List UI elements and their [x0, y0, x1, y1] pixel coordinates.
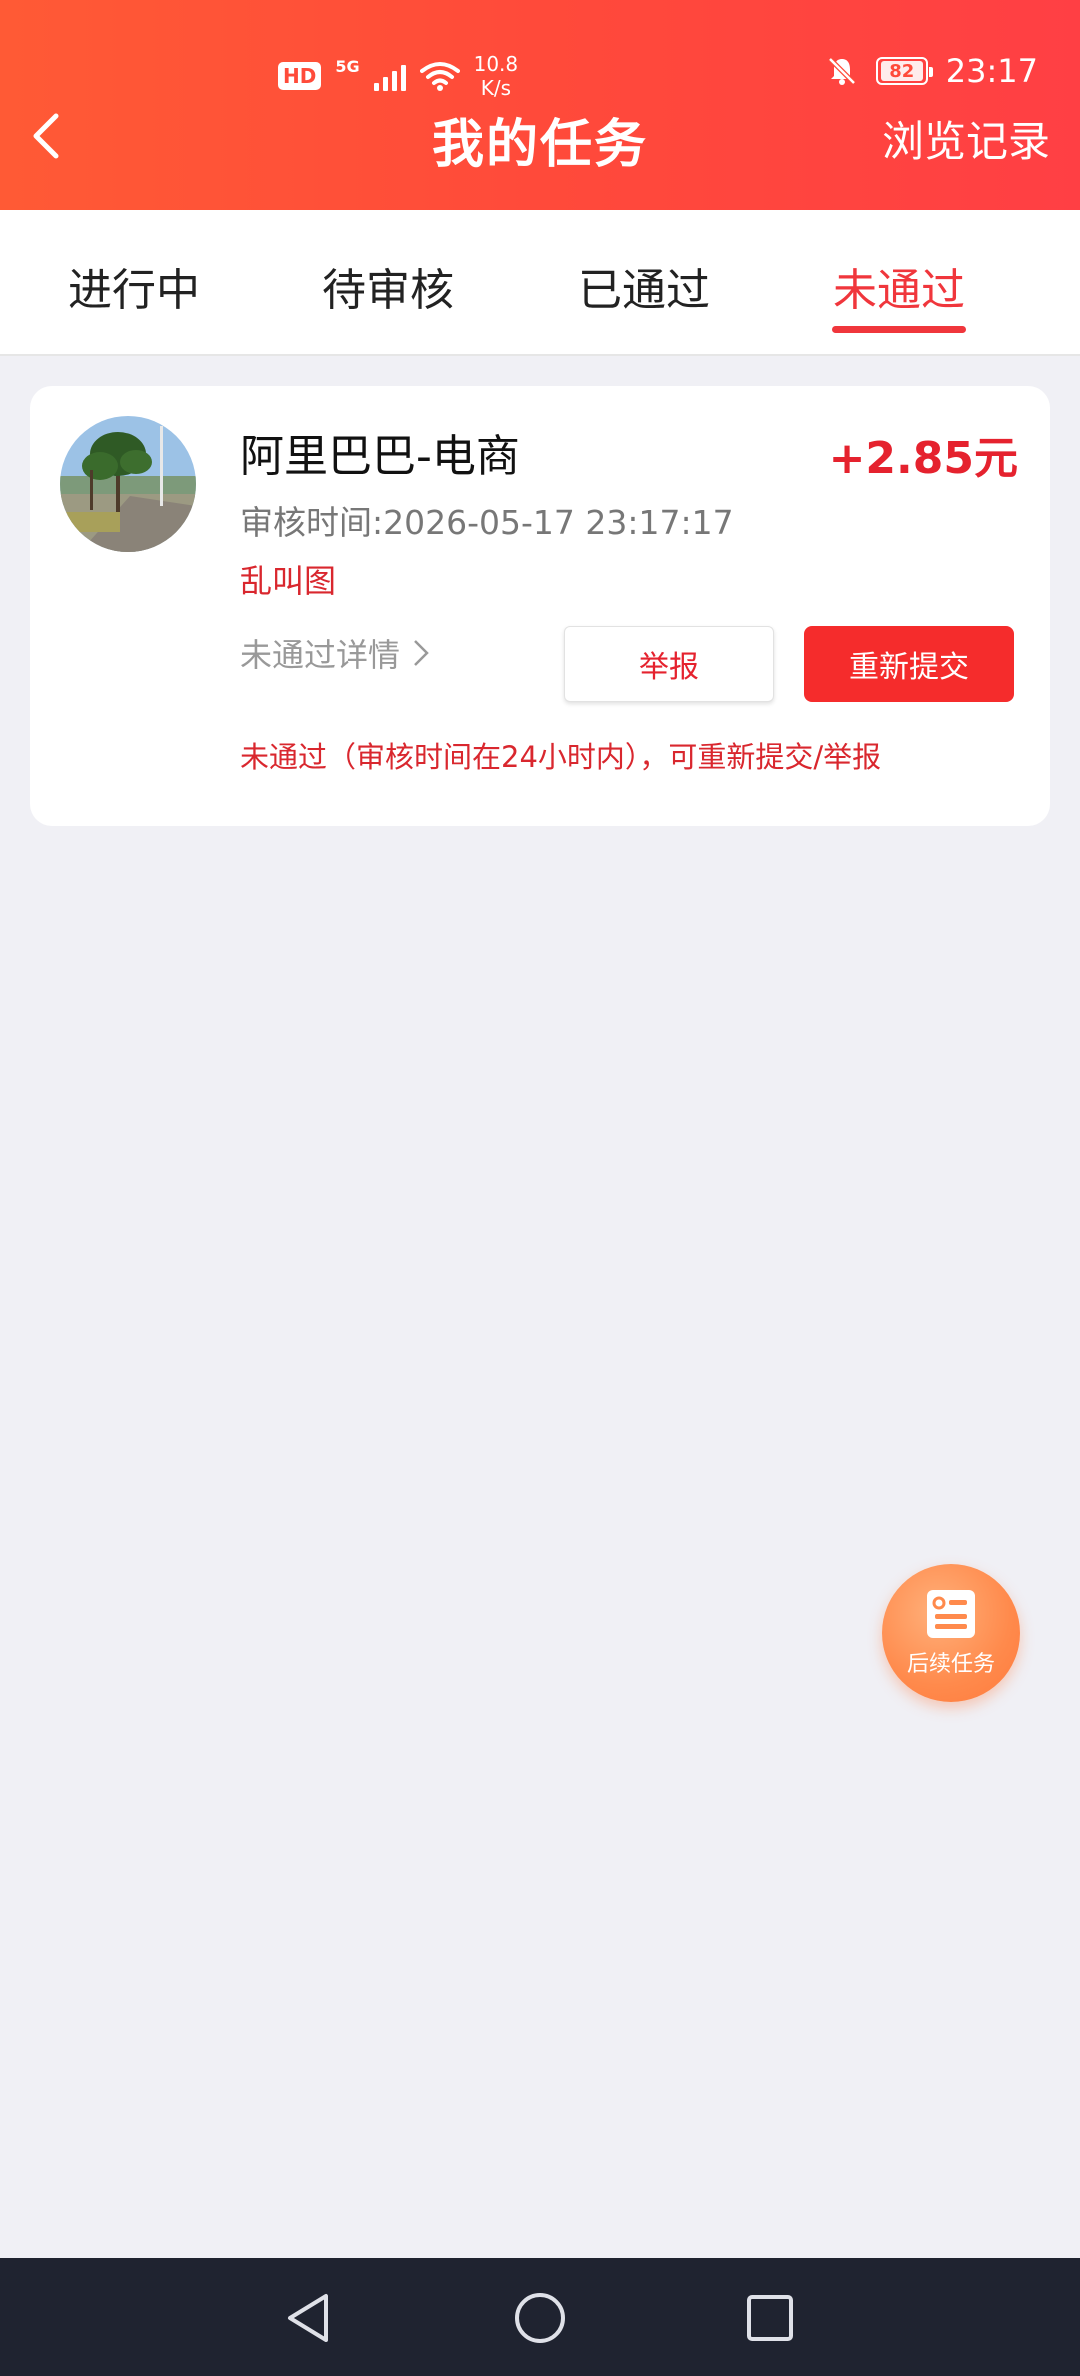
bell-muted-icon — [828, 57, 856, 85]
tab-pending-review[interactable]: 待审核 — [288, 254, 488, 318]
rejection-detail-label: 未通过详情 — [240, 636, 401, 674]
next-task-fab[interactable]: 后续任务 — [882, 1564, 1020, 1702]
task-reward: +2.85元 — [828, 433, 1018, 484]
nav-recents-icon[interactable] — [740, 2288, 800, 2348]
rejection-detail-link[interactable]: 未通过详情 — [240, 630, 430, 676]
tab-rejected[interactable]: 未通过 — [799, 254, 999, 318]
signal-icon — [373, 61, 406, 91]
hd-badge: HD — [278, 62, 322, 90]
review-time: 审核时间:2026-05-17 23:17:17 — [240, 503, 734, 542]
report-button[interactable]: 举报 — [564, 626, 774, 702]
task-avatar — [60, 416, 196, 552]
landscape-image — [60, 416, 196, 552]
speed-value: 10.8 — [473, 52, 519, 76]
status-left: HD 5G 10.8 K/s — [278, 52, 518, 100]
network-type: 5G — [335, 56, 360, 76]
battery-icon: 82 — [875, 57, 933, 85]
browse-history-link[interactable]: 浏览记录 — [882, 108, 1050, 169]
tab-approved[interactable]: 已通过 — [544, 254, 744, 318]
fab-label: 后续任务 — [906, 1652, 995, 1677]
status-tabs: 进行中 待审核 已通过 未通过 — [0, 210, 1080, 356]
speed-unit: K/s — [480, 76, 512, 100]
tab-in-progress[interactable]: 进行中 — [34, 254, 234, 318]
system-nav-bar — [0, 2258, 1080, 2376]
task-card[interactable]: 阿里巴巴-电商 +2.85元 审核时间:2026-05-17 23:17:17 … — [30, 386, 1050, 826]
nav-back-icon[interactable] — [280, 2288, 340, 2348]
nav-home-icon[interactable] — [510, 2288, 570, 2348]
network-speed: 10.8 K/s — [474, 52, 519, 100]
task-name: 阿里巴巴-电商 — [240, 431, 520, 482]
task-list-icon — [927, 1590, 975, 1638]
resubmit-button[interactable]: 重新提交 — [804, 626, 1014, 702]
rejection-reason: 乱叫图 — [240, 562, 337, 600]
chevron-right-icon — [414, 640, 429, 666]
clock: 23:17 — [945, 52, 1038, 90]
active-tab-indicator — [832, 326, 966, 333]
status-right: 82 23:17 — [826, 52, 1038, 90]
app-header: HD 5G 10.8 K/s 82 23:17 我的任务 浏览记录 — [0, 0, 1080, 210]
rejection-notice: 未通过（审核时间在24小时内），可重新提交/举报 — [240, 740, 882, 774]
wifi-icon — [419, 62, 460, 91]
battery-level: 82 — [880, 61, 923, 82]
